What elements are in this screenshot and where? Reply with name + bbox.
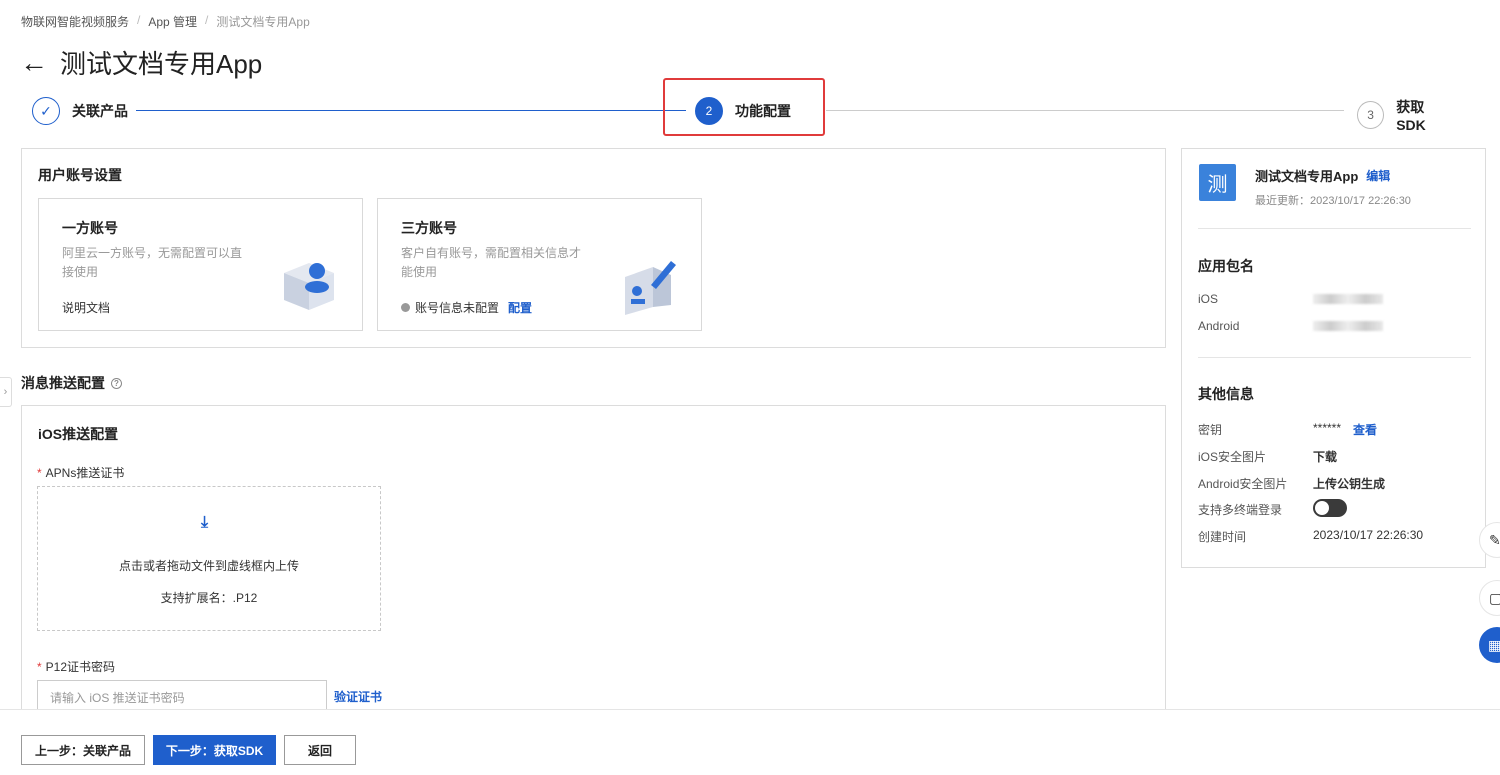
- last-updated: 最近更新：2023/10/17 22:26:30: [1255, 195, 1411, 207]
- app-avatar: 测: [1199, 164, 1236, 201]
- other-info-title: 其他信息: [1198, 386, 1254, 402]
- ios-package-value-redacted: [1313, 294, 1383, 304]
- p12-label-text: P12证书密码: [45, 660, 116, 674]
- user-account-title: 用户账号设置: [38, 167, 122, 183]
- apns-label: * APNs推送证书: [37, 464, 124, 481]
- android-package-value-redacted: [1313, 321, 1383, 331]
- step-1: ✓ 关联产品: [32, 97, 128, 125]
- configure-link[interactable]: 配置: [508, 299, 532, 316]
- ios-push-title: iOS推送配置: [38, 426, 119, 442]
- user-account-panel: 用户账号设置 一方账号 阿里云一方账号，无需配置可以直接使用 说明文档 三方账号…: [21, 148, 1166, 348]
- p12-label: * P12证书密码: [37, 658, 115, 675]
- help-icon[interactable]: ?: [111, 377, 122, 389]
- sidebar-expand-icon[interactable]: ›: [0, 377, 12, 407]
- p12-password-input[interactable]: 请输入 iOS 推送证书密码: [37, 680, 327, 710]
- third-party-status: 账号信息未配置 配置: [401, 299, 532, 316]
- first-party-doc-link[interactable]: 说明文档: [62, 299, 110, 316]
- step-1-label: 关联产品: [72, 103, 128, 119]
- title-row: ← 测试文档专用App: [20, 44, 262, 81]
- step-connector-pending: [826, 110, 1344, 111]
- android-package-label: Android: [1198, 319, 1240, 333]
- multi-login-toggle[interactable]: [1313, 499, 1347, 517]
- step-3: 3 获取SDK: [1357, 97, 1452, 133]
- third-party-account-card[interactable]: 三方账号 客户自有账号，需配置相关信息才能使用 账号信息未配置 配置: [377, 198, 702, 331]
- ios-image-label: iOS安全图片: [1198, 450, 1267, 464]
- divider: [1198, 228, 1471, 229]
- package-title: 应用包名: [1198, 258, 1254, 274]
- app-name-row: 测试文档专用App 编辑: [1255, 166, 1390, 185]
- breadcrumb-separator: /: [205, 13, 209, 27]
- push-section-title: 消息推送配置 ?: [21, 373, 122, 393]
- multi-login-label: 支持多终端登录: [1198, 503, 1283, 517]
- secret-value: ******: [1313, 421, 1342, 435]
- upload-icon: ⤓: [201, 514, 209, 531]
- breadcrumb-separator: /: [137, 13, 141, 27]
- info-dot-icon: [401, 303, 410, 312]
- edit-link[interactable]: 编辑: [1366, 167, 1390, 184]
- created-label: 创建时间: [1198, 530, 1247, 544]
- user-illustration-icon: [284, 263, 334, 310]
- required-mark: *: [37, 660, 42, 674]
- upload-ext: 支持扩展名：.P12: [160, 591, 258, 605]
- highlight-annotation: [663, 78, 825, 136]
- apns-label-text: APNs推送证书: [45, 466, 125, 480]
- secret-label: 密钥: [1198, 423, 1223, 437]
- first-party-account-card[interactable]: 一方账号 阿里云一方账号，无需配置可以直接使用 说明文档: [38, 198, 363, 331]
- step-3-circle: 3: [1357, 101, 1385, 129]
- breadcrumb-item-current: 测试文档专用App: [216, 15, 310, 29]
- certificate-upload-area[interactable]: ⤓ 点击或者拖动文件到虚线框内上传 支持扩展名：.P12: [37, 486, 381, 631]
- page-title: 测试文档专用App: [60, 49, 263, 79]
- android-image-label: Android安全图片: [1198, 477, 1288, 491]
- breadcrumb-item-service[interactable]: 物联网智能视频服务: [21, 13, 129, 30]
- back-arrow-icon[interactable]: ←: [20, 48, 48, 77]
- download-link[interactable]: 下载: [1313, 448, 1337, 465]
- created-value: 2023/10/17 22:26:30: [1313, 528, 1424, 542]
- edit-illustration-icon: [625, 261, 676, 315]
- app-name: 测试文档专用App: [1255, 169, 1359, 184]
- upload-hint: 点击或者拖动文件到虚线框内上传: [118, 559, 299, 573]
- prev-step-button[interactable]: 上一步：关联产品: [21, 735, 145, 765]
- next-step-button[interactable]: 下一步：获取SDK: [153, 735, 276, 765]
- first-party-desc: 阿里云一方账号，无需配置可以直接使用: [62, 246, 243, 279]
- check-icon: ✓: [32, 97, 60, 125]
- view-secret-link[interactable]: 查看: [1353, 421, 1377, 438]
- step-connector-done: [136, 110, 686, 111]
- third-party-name: 三方账号: [401, 220, 457, 236]
- first-party-name: 一方账号: [62, 220, 118, 236]
- app-info-panel: 测 测试文档专用App 编辑 最近更新：2023/10/17 22:26:30 …: [1181, 148, 1486, 568]
- required-mark: *: [37, 466, 42, 480]
- upload-pubkey-link[interactable]: 上传公钥生成: [1313, 475, 1385, 492]
- breadcrumb-item-app-manage[interactable]: App 管理: [148, 13, 197, 30]
- toggle-knob: [1315, 501, 1329, 515]
- push-section-title-text: 消息推送配置: [21, 375, 105, 391]
- step-3-label: 获取SDK: [1396, 99, 1426, 133]
- third-party-status-text: 账号信息未配置: [415, 301, 500, 315]
- secret-row: ****** 查看: [1313, 421, 1377, 438]
- footer-bar: 上一步：关联产品 下一步：获取SDK 返回: [0, 709, 1500, 775]
- divider: [1198, 357, 1471, 358]
- apps-float-icon[interactable]: ▦: [1479, 627, 1500, 663]
- breadcrumb: 物联网智能视频服务 / App 管理 / 测试文档专用App: [21, 13, 310, 30]
- back-button[interactable]: 返回: [284, 735, 356, 765]
- verify-certificate-link[interactable]: 验证证书: [334, 688, 382, 705]
- ios-package-label: iOS: [1198, 292, 1219, 306]
- feedback-float-icon[interactable]: ▢: [1479, 580, 1500, 616]
- third-party-desc: 客户自有账号，需配置相关信息才能使用: [401, 246, 582, 279]
